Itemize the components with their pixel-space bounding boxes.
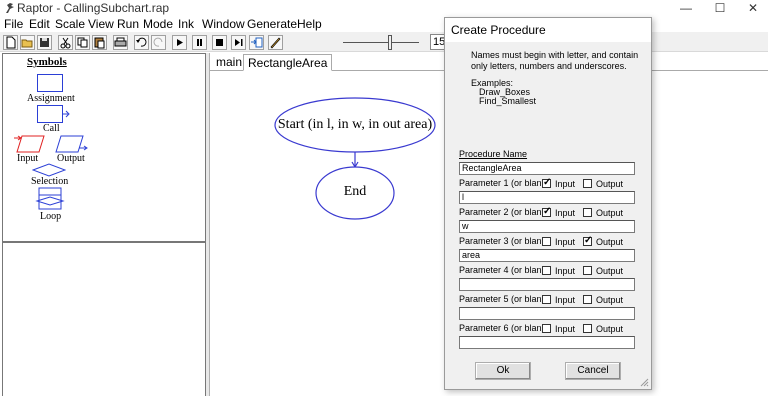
param-1-output-label: Output <box>596 179 624 189</box>
param-1-input-checkbox[interactable] <box>542 177 551 188</box>
dialog-title: Create Procedure <box>451 23 546 37</box>
zoom-slider-thumb[interactable] <box>388 35 392 50</box>
procedure-name-label: Procedure Name <box>459 149 528 159</box>
procedure-name-input[interactable]: RectangleArea <box>459 162 635 175</box>
menu-scale[interactable]: Scale <box>55 17 85 31</box>
output-symbol-icon[interactable] <box>55 135 89 153</box>
resize-grip-icon[interactable] <box>640 378 649 387</box>
menu-mode[interactable]: Mode <box>143 17 173 31</box>
loop-symbol-icon[interactable] <box>35 187 65 211</box>
selection-symbol-icon[interactable] <box>32 163 66 177</box>
param-4-output-label: Output <box>596 266 624 276</box>
dialog-title-bar[interactable]: Create Procedure <box>445 18 651 42</box>
stop-icon[interactable] <box>212 35 227 50</box>
param-2-output-label: Output <box>596 208 624 218</box>
param-3-input[interactable]: area <box>459 249 635 262</box>
window-title: Raptor - CallingSubchart.rap <box>17 1 170 15</box>
input-symbol-icon[interactable] <box>14 135 46 153</box>
param-6-label: Parameter 6 (or blank) <box>459 323 550 333</box>
copy-icon[interactable] <box>75 35 90 50</box>
param-6-input-label: Input <box>555 324 576 334</box>
menu-edit[interactable]: Edit <box>29 17 50 31</box>
raptor-app-icon <box>6 3 14 13</box>
create-procedure-dialog: Create Procedure Names must begin with l… <box>444 17 652 390</box>
param-6-input[interactable] <box>459 336 635 349</box>
print-icon[interactable] <box>113 35 128 50</box>
param-1-input-label: Input <box>555 179 576 189</box>
tab-rectanglearea[interactable]: RectangleArea <box>243 54 333 71</box>
selection-label: Selection <box>31 176 69 187</box>
example-2: Find_Smallest <box>479 96 537 106</box>
title-bar: Raptor - CallingSubchart.rap — ☐ ✕ <box>0 0 768 17</box>
menu-help[interactable]: Help <box>297 17 322 31</box>
pen-icon[interactable] <box>268 35 283 50</box>
param-3-label: Parameter 3 (or blank) <box>459 236 550 246</box>
param-2-input-label: Input <box>555 208 576 218</box>
step-icon[interactable] <box>231 35 246 50</box>
step-into-icon[interactable] <box>249 35 264 50</box>
param-2-output-checkbox[interactable] <box>583 208 592 217</box>
cancel-button[interactable]: Cancel <box>565 362 621 380</box>
param-4-label: Parameter 4 (or blank) <box>459 265 550 275</box>
param-2-input-checkbox[interactable] <box>542 206 551 217</box>
param-6-input-checkbox[interactable] <box>542 324 551 333</box>
menu-ink[interactable]: Ink <box>178 17 194 31</box>
redo-icon[interactable] <box>151 35 166 50</box>
param-3-output-label: Output <box>596 237 624 247</box>
ok-button[interactable]: Ok <box>475 362 531 380</box>
symbols-panel: Symbols Assignment Call Input Output Sel… <box>2 53 206 243</box>
close-button[interactable]: ✕ <box>738 0 768 17</box>
play-icon[interactable] <box>172 35 187 50</box>
assignment-label: Assignment <box>27 93 75 104</box>
param-3-output-checkbox[interactable] <box>583 235 592 246</box>
param-3-input-label: Input <box>555 237 576 247</box>
param-2-input[interactable]: w <box>459 220 635 233</box>
menu-generate[interactable]: Generate <box>247 17 297 31</box>
param-6-output-checkbox[interactable] <box>583 324 592 333</box>
undo-icon[interactable] <box>134 35 149 50</box>
param-1-label: Parameter 1 (or blank) <box>459 178 550 188</box>
menu-run[interactable]: Run <box>117 17 139 31</box>
param-5-input[interactable] <box>459 307 635 320</box>
param-4-input-label: Input <box>555 266 576 276</box>
end-terminal-label[interactable]: End <box>325 184 385 200</box>
param-6-output-label: Output <box>596 324 624 334</box>
param-4-input-checkbox[interactable] <box>542 266 551 275</box>
open-folder-icon[interactable] <box>20 35 35 50</box>
param-4-output-checkbox[interactable] <box>583 266 592 275</box>
param-4-input[interactable] <box>459 278 635 291</box>
param-5-label: Parameter 5 (or blank) <box>459 294 550 304</box>
param-5-input-checkbox[interactable] <box>542 295 551 304</box>
save-icon[interactable] <box>37 35 52 50</box>
param-1-output-checkbox[interactable] <box>583 179 592 188</box>
tab-main[interactable]: main <box>212 54 246 71</box>
param-1-input[interactable]: l <box>459 191 635 204</box>
loop-label: Loop <box>40 211 62 222</box>
maximize-button[interactable]: ☐ <box>705 0 735 17</box>
menu-window[interactable]: Window <box>202 17 245 31</box>
zoom-slider-track[interactable] <box>343 42 419 43</box>
instruction-line-2: only letters, numbers and underscores. <box>471 61 627 71</box>
symbols-title: Symbols <box>27 56 67 68</box>
minimize-button[interactable]: — <box>671 0 701 17</box>
param-2-label: Parameter 2 (or blank) <box>459 207 550 217</box>
param-5-output-label: Output <box>596 295 624 305</box>
paste-icon[interactable] <box>92 35 107 50</box>
param-3-input-checkbox[interactable] <box>542 237 551 246</box>
pause-icon[interactable] <box>192 35 207 50</box>
param-5-input-label: Input <box>555 295 576 305</box>
instruction-line-1: Names must begin with letter, and contai… <box>471 50 639 60</box>
menu-file[interactable]: File <box>4 17 23 31</box>
param-5-output-checkbox[interactable] <box>583 295 592 304</box>
cut-icon[interactable] <box>58 35 73 50</box>
menu-view[interactable]: View <box>88 17 114 31</box>
watch-panel <box>2 243 206 396</box>
new-file-icon[interactable] <box>3 35 18 50</box>
assignment-symbol-icon[interactable] <box>37 74 63 92</box>
menu-bar: File Edit Scale View Run Mode Ink Window… <box>0 17 768 32</box>
call-label: Call <box>43 123 60 134</box>
call-symbol-icon[interactable] <box>37 105 71 123</box>
start-terminal-label[interactable]: Start (in l, in w, in out area) <box>273 117 437 133</box>
